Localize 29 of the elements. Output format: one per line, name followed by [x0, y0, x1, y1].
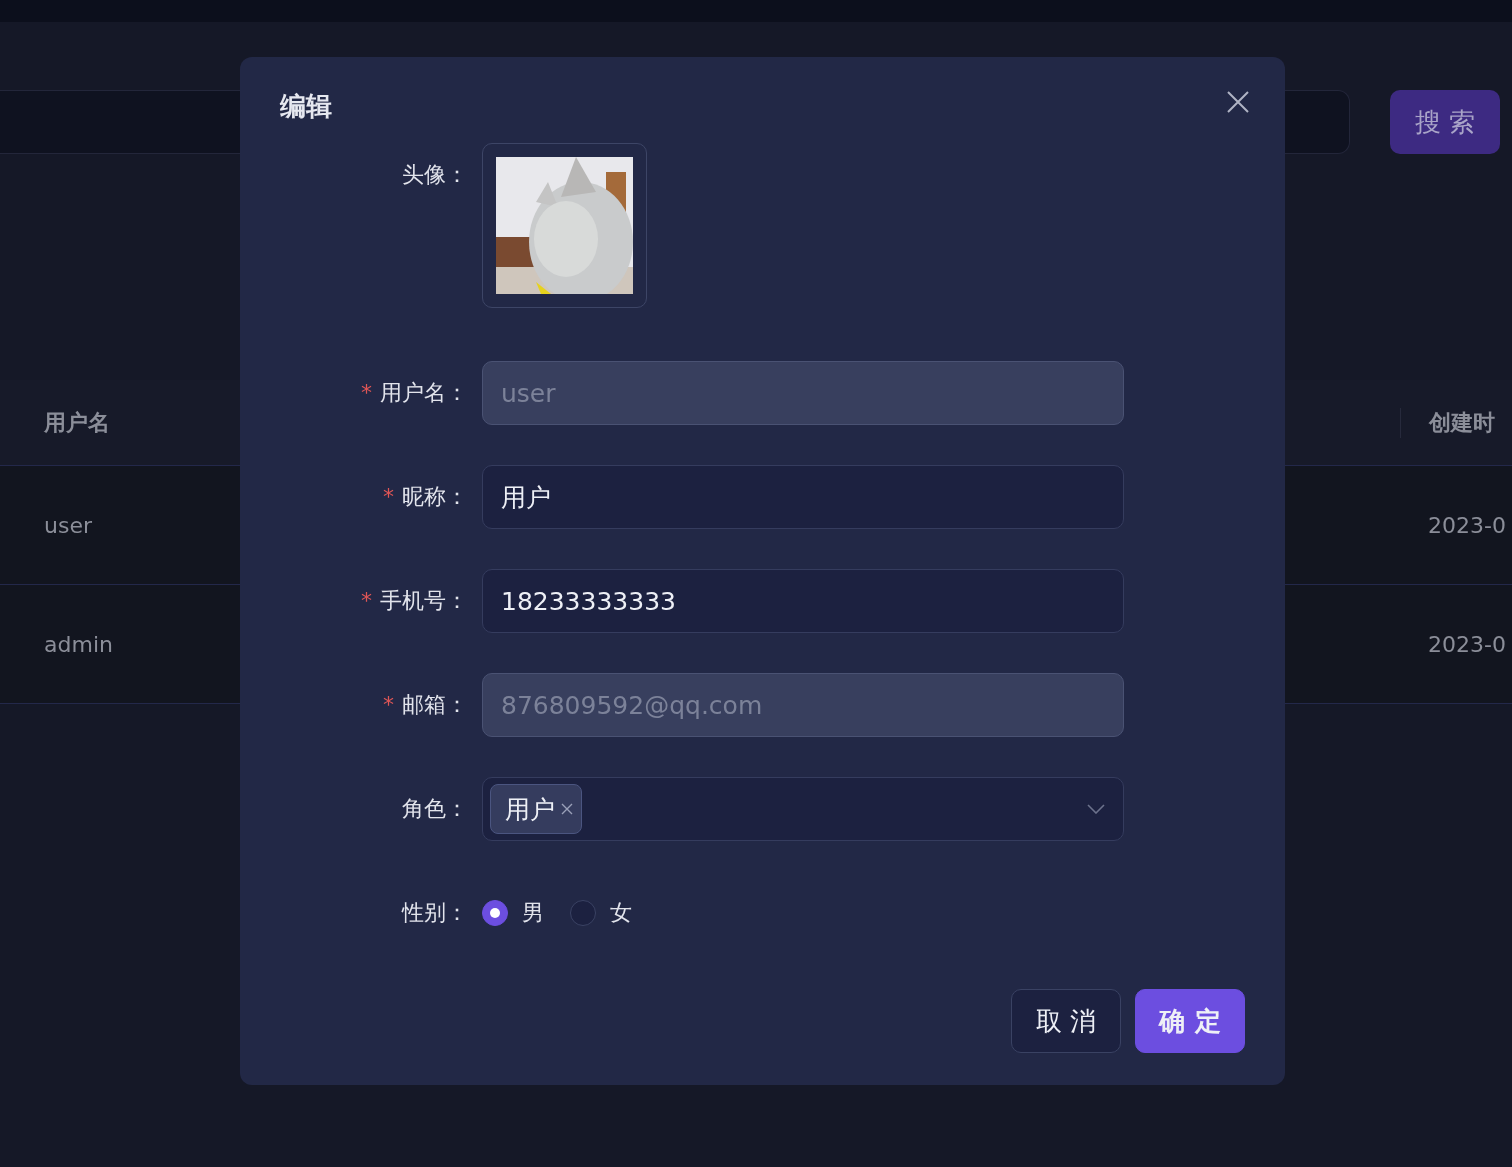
- role-select[interactable]: 用户: [482, 777, 1124, 841]
- table-cell-text: 2023-0: [1427, 512, 1507, 538]
- table-cell-text: 2023-0: [1427, 631, 1507, 657]
- table-cell-text: user: [43, 512, 93, 538]
- field-label: 性别：: [400, 899, 468, 927]
- radio-button[interactable]: [482, 900, 508, 926]
- close-icon[interactable]: [561, 803, 573, 815]
- radio-option[interactable]: 女: [570, 898, 632, 928]
- radio-button[interactable]: [570, 900, 596, 926]
- close-icon[interactable]: [1227, 91, 1249, 113]
- radio-option[interactable]: 男: [482, 898, 544, 928]
- input-field[interactable]: 用户: [482, 465, 1124, 529]
- column-header: 用户名: [43, 408, 111, 437]
- field-label: * 邮箱：: [382, 691, 468, 719]
- role-tag: 用户: [490, 784, 582, 834]
- chevron-down-icon: [1087, 804, 1105, 814]
- column-header: 创建时: [1400, 407, 1512, 438]
- input-field[interactable]: 18233333333: [482, 569, 1124, 633]
- field-label: * 昵称：: [382, 483, 468, 511]
- table-cell-text: admin: [43, 631, 114, 657]
- field-label: * 用户名：: [360, 379, 468, 407]
- field-label: * 手机号：: [360, 587, 468, 615]
- field-label: 头像：: [401, 161, 468, 189]
- field-label: 角色：: [401, 795, 468, 823]
- avatar-upload[interactable]: [482, 143, 647, 308]
- cancel-button[interactable]: 取 消: [1011, 989, 1121, 1053]
- dialog-title: 编辑: [280, 90, 332, 123]
- confirm-button[interactable]: 确 定: [1135, 989, 1245, 1053]
- search-button[interactable]: 搜 索: [1390, 90, 1500, 154]
